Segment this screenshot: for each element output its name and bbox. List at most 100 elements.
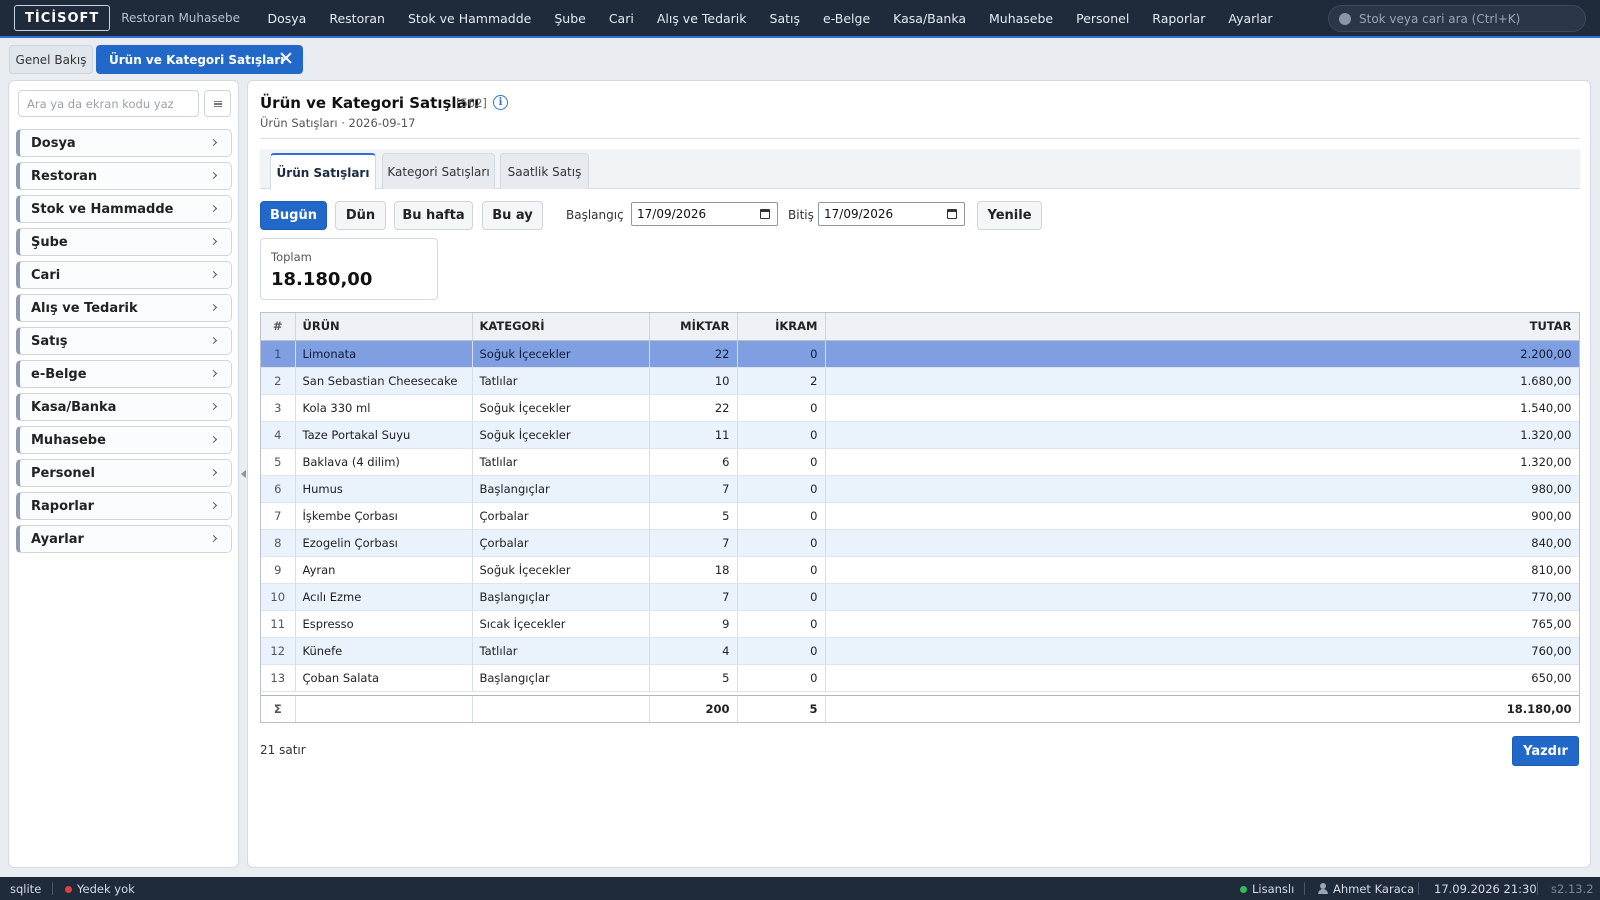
col-category[interactable]: KATEGORİ	[472, 313, 650, 341]
tab-hourly-sales[interactable]: Saatlik Satış	[500, 153, 589, 189]
sidebar-item-alis[interactable]: Alış ve Tedarik	[16, 294, 232, 322]
version: s2.13.2	[1551, 882, 1594, 896]
total-card: Toplam 18.180,00	[260, 238, 438, 300]
col-index[interactable]: #	[261, 313, 296, 341]
status-dot-icon	[65, 886, 72, 893]
close-icon[interactable]	[280, 52, 292, 64]
user-status[interactable]: Ahmet Karaca	[1318, 882, 1414, 896]
sidebar-item-label: Ayarlar	[31, 531, 84, 547]
app-logo[interactable]: TİCİSOFT	[14, 5, 111, 31]
sidebar-item-sube[interactable]: Şube	[16, 228, 232, 256]
calendar-icon[interactable]	[947, 209, 957, 219]
cell-amount: 760,00	[825, 637, 1579, 665]
cell-index: 10	[261, 583, 296, 611]
cell-complimentary: 0	[737, 583, 826, 611]
today-button[interactable]: Bugün	[260, 201, 327, 230]
table-row[interactable]: 10 Acılı Ezme Başlangıçlar 7 0 770,00	[261, 583, 1579, 611]
this-month-button[interactable]: Bu ay	[482, 201, 543, 230]
nav-muhasebe[interactable]: Muhasebe	[978, 11, 1065, 26]
nav-alis[interactable]: Alış ve Tedarik	[645, 11, 758, 26]
tab-product-sales[interactable]: Ürün Satışları	[270, 153, 376, 190]
nav-cari[interactable]: Cari	[597, 11, 645, 26]
sidebar-item-personel[interactable]: Personel	[16, 459, 232, 487]
chevron-right-icon	[209, 501, 218, 510]
table-row[interactable]: 1 Limonata Soğuk İçecekler 22 0 2.200,00	[261, 340, 1579, 368]
col-product[interactable]: ÜRÜN	[295, 313, 473, 341]
sidebar-search-input[interactable]	[18, 90, 199, 117]
cell-category: Soğuk İçecekler	[472, 340, 650, 368]
sidebar-menu-button[interactable]	[204, 90, 231, 117]
table-row[interactable]: 11 Espresso Sıcak İçecekler 9 0 765,00	[261, 610, 1579, 638]
top-bar: TİCİSOFT Restoran Muhasebe Dosya Restora…	[0, 0, 1600, 38]
sidebar-item-stok[interactable]: Stok ve Hammadde	[16, 195, 232, 223]
global-search[interactable]	[1328, 5, 1586, 32]
tab-category-sales[interactable]: Kategori Satışları	[382, 153, 495, 189]
nav-restoran[interactable]: Restoran	[318, 11, 397, 26]
tab-product-category-sales[interactable]: Ürün ve Kategori Satışları	[96, 45, 303, 74]
divider	[1418, 882, 1419, 895]
sidebar-item-cari[interactable]: Cari	[16, 261, 232, 289]
sidebar-item-label: Kasa/Banka	[31, 399, 117, 415]
nav-dosya[interactable]: Dosya	[256, 11, 318, 26]
nav-ayarlar[interactable]: Ayarlar	[1217, 11, 1284, 26]
print-button[interactable]: Yazdır	[1512, 736, 1579, 766]
sidebar-item-muhasebe[interactable]: Muhasebe	[16, 426, 232, 454]
table-row[interactable]: 3 Kola 330 ml Soğuk İçecekler 22 0 1.540,00	[261, 394, 1579, 422]
start-date-input[interactable]: 17/09/2026	[631, 202, 778, 226]
table-row[interactable]: 4 Taze Portakal Suyu Soğuk İçecekler 11 0 1.3…	[261, 421, 1579, 449]
cell-complimentary: 0	[737, 664, 826, 692]
col-amount[interactable]: TUTAR	[825, 313, 1579, 341]
nav-sube[interactable]: Şube	[543, 11, 597, 26]
sidebar-item-raporlar[interactable]: Raporlar	[16, 492, 232, 520]
sidebar-item-dosya[interactable]: Dosya	[16, 129, 232, 157]
cell-category: Soğuk İçecekler	[472, 421, 650, 449]
table-row[interactable]: 8 Ezogelin Çorbası Çorbalar 7 0 840,00	[261, 529, 1579, 557]
sidebar-item-satis[interactable]: Satış	[16, 327, 232, 355]
sidebar-item-restoran[interactable]: Restoran	[16, 162, 232, 190]
this-week-button[interactable]: Bu hafta	[394, 201, 473, 230]
global-search-input[interactable]	[1359, 11, 1579, 26]
table-row[interactable]: 7 İşkembe Çorbası Çorbalar 5 0 900,00	[261, 502, 1579, 530]
cell-quantity: 7	[649, 529, 738, 557]
table-footer: Σ 200 5 18.180,00	[261, 695, 1579, 722]
nav-personel[interactable]: Personel	[1065, 11, 1141, 26]
sidebar-item-ayarlar[interactable]: Ayarlar	[16, 525, 232, 553]
nav-satis[interactable]: Satış	[758, 11, 811, 26]
cell-product: Acılı Ezme	[295, 583, 473, 611]
cell-product: Ayran	[295, 556, 473, 584]
start-date-value: 17/09/2026	[637, 207, 707, 221]
cell-amount: 980,00	[825, 475, 1579, 503]
sidebar-list: Dosya Restoran Stok ve Hammadde Şube Car…	[16, 129, 232, 558]
sidebar-item-ebelge[interactable]: e-Belge	[16, 360, 232, 388]
table-row[interactable]: 12 Künefe Tatlılar 4 0 760,00	[261, 637, 1579, 665]
cell-category: Tatlılar	[472, 367, 650, 395]
nav-kasa[interactable]: Kasa/Banka	[882, 11, 978, 26]
cell-complimentary: 0	[737, 637, 826, 665]
tab-label: Ürün ve Kategori Satışları	[109, 52, 285, 67]
nav-raporlar[interactable]: Raporlar	[1141, 11, 1217, 26]
sidebar-item-kasa[interactable]: Kasa/Banka	[16, 393, 232, 421]
cell-product: Ezogelin Çorbası	[295, 529, 473, 557]
table-row[interactable]: 13 Çoban Salata Başlangıçlar 5 0 650,00	[261, 664, 1579, 692]
tab-overview[interactable]: Genel Bakış	[9, 45, 93, 74]
refresh-button[interactable]: Yenile	[977, 201, 1042, 230]
end-date-input[interactable]: 17/09/2026	[818, 202, 965, 226]
nav-stok[interactable]: Stok ve Hammadde	[396, 11, 542, 26]
sidebar-collapse-handle[interactable]	[241, 470, 246, 478]
cell-index: 3	[261, 394, 296, 422]
cell-amount: 1.540,00	[825, 394, 1579, 422]
yesterday-button[interactable]: Dün	[335, 201, 386, 230]
calendar-icon[interactable]	[760, 209, 770, 219]
cell-index: 11	[261, 610, 296, 638]
info-icon[interactable]: i	[493, 95, 508, 110]
table-row[interactable]: 5 Baklava (4 dilim) Tatlılar 6 0 1.320,00	[261, 448, 1579, 476]
nav-ebelge[interactable]: e-Belge	[812, 11, 882, 26]
table-row[interactable]: 6 Humus Başlangıçlar 7 0 980,00	[261, 475, 1579, 503]
table-row[interactable]: 9 Ayran Soğuk İçecekler 18 0 810,00	[261, 556, 1579, 584]
table-row[interactable]: 2 San Sebastian Cheesecake Tatlılar 10 2 1.68…	[261, 367, 1579, 395]
cell-amount: 900,00	[825, 502, 1579, 530]
col-quantity[interactable]: MİKTAR	[649, 313, 738, 341]
col-complimentary[interactable]: İKRAM	[737, 313, 826, 341]
cell-category: Soğuk İçecekler	[472, 394, 650, 422]
app-subtitle: Restoran Muhasebe	[121, 11, 240, 25]
